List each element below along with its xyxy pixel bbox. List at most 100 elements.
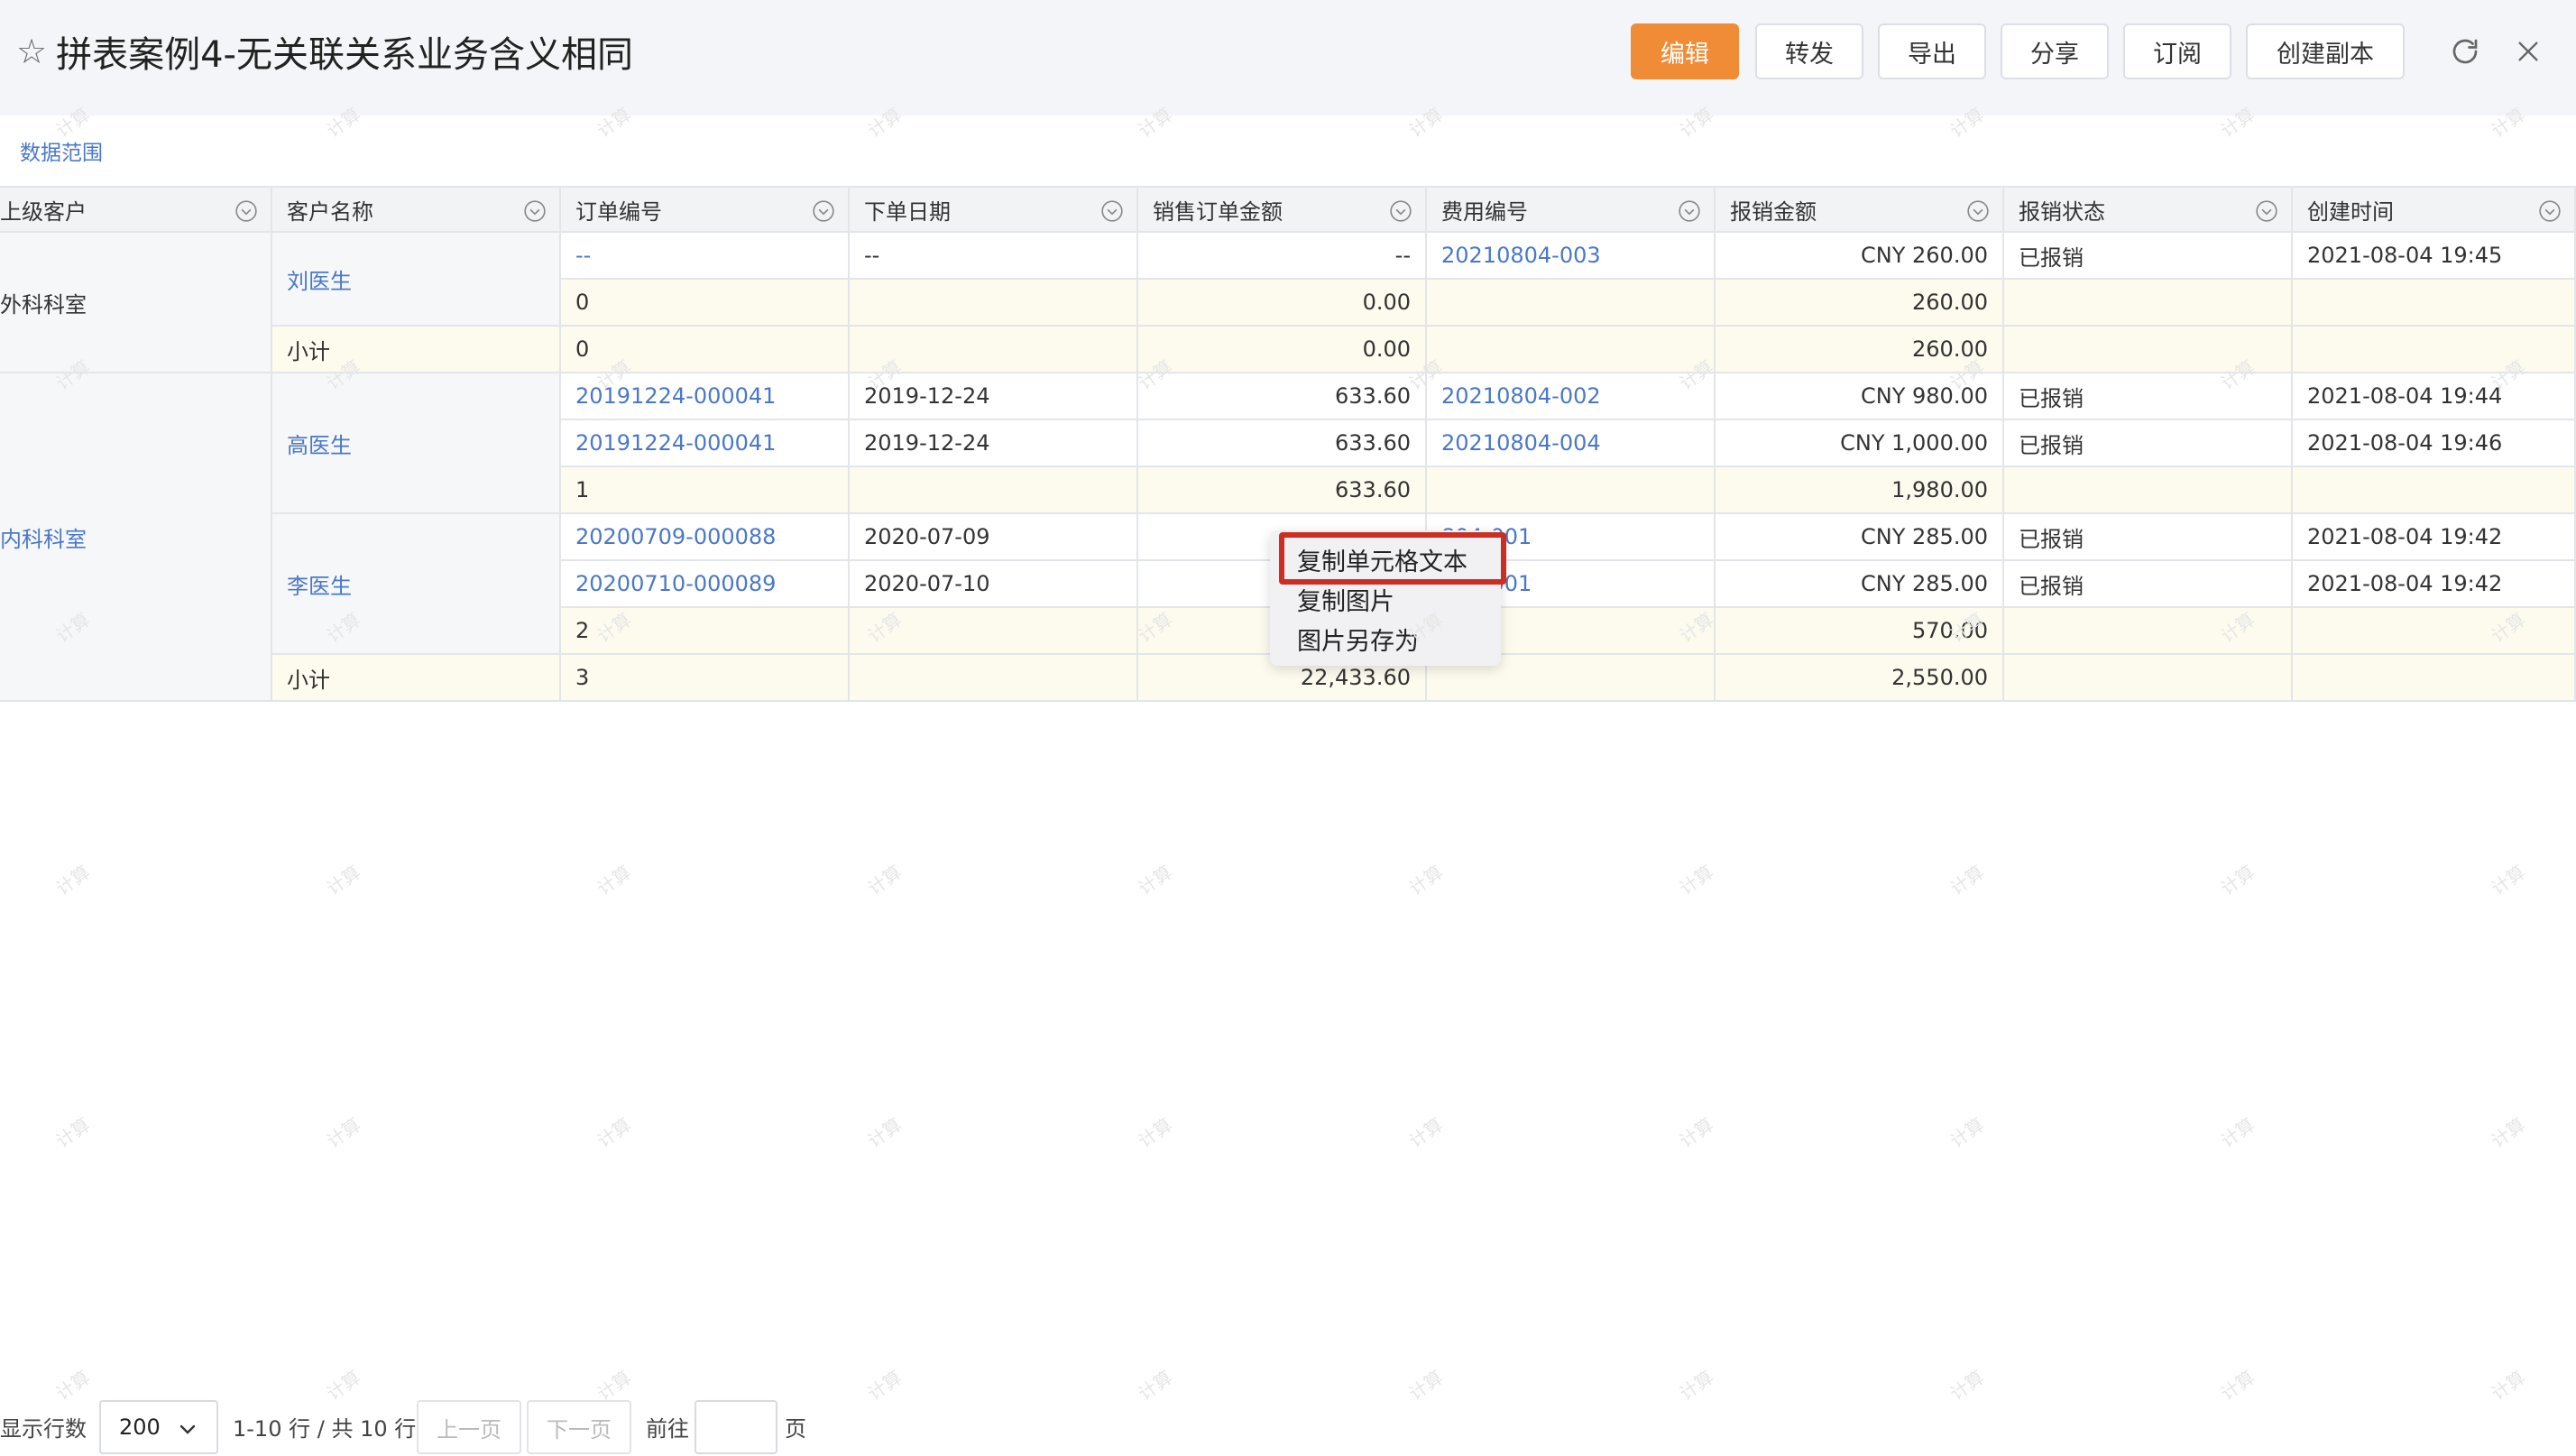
table-cell[interactable]: [2293, 608, 2576, 655]
table-cell[interactable]: CNY 980.00: [1716, 373, 2004, 420]
table-cell[interactable]: 20210804-002: [1427, 373, 1716, 420]
table-cell[interactable]: [850, 467, 1138, 514]
table-cell[interactable]: [1427, 467, 1716, 514]
table-cell[interactable]: CNY 260.00: [1716, 233, 2004, 280]
table-cell[interactable]: 20200709-000088: [561, 514, 850, 561]
table-cell[interactable]: [850, 608, 1138, 655]
forward-button[interactable]: 转发: [1755, 23, 1863, 79]
table-cell[interactable]: [2293, 467, 2576, 514]
column-menu-icon[interactable]: [2255, 199, 2278, 223]
subscribe-button[interactable]: 订阅: [2123, 23, 2231, 79]
table-cell[interactable]: [2293, 280, 2576, 327]
table-cell[interactable]: 570.00: [1716, 608, 2004, 655]
table-cell[interactable]: CNY 1,000.00: [1716, 420, 2004, 467]
table-cell[interactable]: [850, 280, 1138, 327]
page-size-select[interactable]: 200: [99, 1400, 218, 1454]
menu-copy-image[interactable]: 复制图片: [1297, 581, 1394, 617]
column-header-reimburse-amount[interactable]: 报销金额: [1716, 186, 2004, 233]
edit-button[interactable]: 编辑: [1631, 23, 1739, 79]
table-cell[interactable]: [850, 655, 1138, 702]
column-menu-icon[interactable]: [1389, 199, 1412, 223]
group-cell[interactable]: 内科科室: [0, 373, 272, 702]
table-cell[interactable]: 已报销: [2004, 561, 2293, 608]
table-cell[interactable]: 2021-08-04 19:45: [2293, 233, 2576, 280]
table-cell[interactable]: 2021-08-04 19:42: [2293, 561, 2576, 608]
table-cell[interactable]: 1,980.00: [1716, 467, 2004, 514]
table-cell[interactable]: 0.00: [1138, 327, 1427, 373]
column-menu-icon[interactable]: [1678, 199, 1701, 223]
table-cell[interactable]: [2004, 655, 2293, 702]
column-header-order-no[interactable]: 订单编号: [561, 186, 850, 233]
table-cell[interactable]: 260.00: [1716, 280, 2004, 327]
table-cell[interactable]: 20210804-004: [1427, 420, 1716, 467]
create-copy-button[interactable]: 创建副本: [2246, 23, 2405, 79]
refresh-icon[interactable]: [2444, 31, 2486, 72]
table-cell[interactable]: [1427, 327, 1716, 373]
goto-page-input[interactable]: [695, 1400, 777, 1454]
table-cell[interactable]: [2293, 655, 2576, 702]
table-cell[interactable]: 2021-08-04 19:44: [2293, 373, 2576, 420]
table-cell[interactable]: 2,550.00: [1716, 655, 2004, 702]
column-menu-icon[interactable]: [1966, 199, 1990, 223]
table-cell[interactable]: 0: [561, 327, 850, 373]
menu-save-image-as[interactable]: 图片另存为: [1297, 621, 1419, 657]
subtotal-label-cell[interactable]: 小计: [272, 327, 561, 373]
table-cell[interactable]: 2021-08-04 19:46: [2293, 420, 2576, 467]
table-cell[interactable]: 260.00: [1716, 327, 2004, 373]
table-cell[interactable]: [2004, 280, 2293, 327]
table-cell[interactable]: 20191224-000041: [561, 373, 850, 420]
table-cell[interactable]: --: [850, 233, 1138, 280]
table-cell[interactable]: [2004, 327, 2293, 373]
customer-cell[interactable]: 李医生: [272, 514, 561, 655]
column-menu-icon[interactable]: [235, 199, 258, 223]
table-cell[interactable]: 2020-07-09: [850, 514, 1138, 561]
table-cell[interactable]: 0.00: [1138, 280, 1427, 327]
column-header-expense-no[interactable]: 费用编号: [1427, 186, 1716, 233]
table-cell[interactable]: [850, 327, 1138, 373]
table-cell[interactable]: 633.60: [1138, 420, 1427, 467]
prev-page-button[interactable]: 上一页: [417, 1400, 521, 1454]
table-cell[interactable]: 20200710-000089: [561, 561, 850, 608]
table-cell[interactable]: 2019-12-24: [850, 373, 1138, 420]
table-cell[interactable]: 20191224-000041: [561, 420, 850, 467]
column-menu-icon[interactable]: [523, 199, 547, 223]
table-cell[interactable]: [1427, 280, 1716, 327]
group-cell[interactable]: 外科科室: [0, 233, 272, 373]
column-header-order-date[interactable]: 下单日期: [850, 186, 1138, 233]
table-cell[interactable]: 1: [561, 467, 850, 514]
table-cell[interactable]: CNY 285.00: [1716, 561, 2004, 608]
table-cell[interactable]: 2: [561, 608, 850, 655]
table-cell[interactable]: [2004, 467, 2293, 514]
table-cell[interactable]: 已报销: [2004, 514, 2293, 561]
column-header-customer-name[interactable]: 客户名称: [272, 186, 561, 233]
table-cell[interactable]: 3: [561, 655, 850, 702]
column-header-reimburse-status[interactable]: 报销状态: [2004, 186, 2293, 233]
table-cell[interactable]: --: [561, 233, 850, 280]
customer-cell[interactable]: 刘医生: [272, 233, 561, 327]
table-cell[interactable]: 633.60: [1138, 467, 1427, 514]
table-cell[interactable]: [2293, 327, 2576, 373]
table-cell[interactable]: 20210804-003: [1427, 233, 1716, 280]
customer-cell[interactable]: 高医生: [272, 373, 561, 514]
column-header-created-time[interactable]: 创建时间: [2293, 186, 2576, 233]
table-cell[interactable]: 已报销: [2004, 233, 2293, 280]
column-header-sales-amount[interactable]: 销售订单金额: [1138, 186, 1427, 233]
table-cell[interactable]: --: [1138, 233, 1427, 280]
table-cell[interactable]: CNY 285.00: [1716, 514, 2004, 561]
table-cell[interactable]: 已报销: [2004, 420, 2293, 467]
table-cell[interactable]: 2020-07-10: [850, 561, 1138, 608]
next-page-button[interactable]: 下一页: [527, 1400, 631, 1454]
column-header-parent-customer[interactable]: 上级客户: [0, 186, 272, 233]
share-button[interactable]: 分享: [2001, 23, 2109, 79]
export-button[interactable]: 导出: [1878, 23, 1986, 79]
star-icon[interactable]: ☆: [16, 34, 47, 69]
subtotal-label-cell[interactable]: 小计: [272, 655, 561, 702]
column-menu-icon[interactable]: [2538, 199, 2562, 223]
data-range-link[interactable]: 数据范围: [20, 135, 103, 166]
table-cell[interactable]: [2004, 608, 2293, 655]
table-cell[interactable]: 0: [561, 280, 850, 327]
table-cell[interactable]: 2021-08-04 19:42: [2293, 514, 2576, 561]
column-menu-icon[interactable]: [1100, 199, 1124, 223]
table-cell[interactable]: 已报销: [2004, 373, 2293, 420]
table-cell[interactable]: 633.60: [1138, 373, 1427, 420]
